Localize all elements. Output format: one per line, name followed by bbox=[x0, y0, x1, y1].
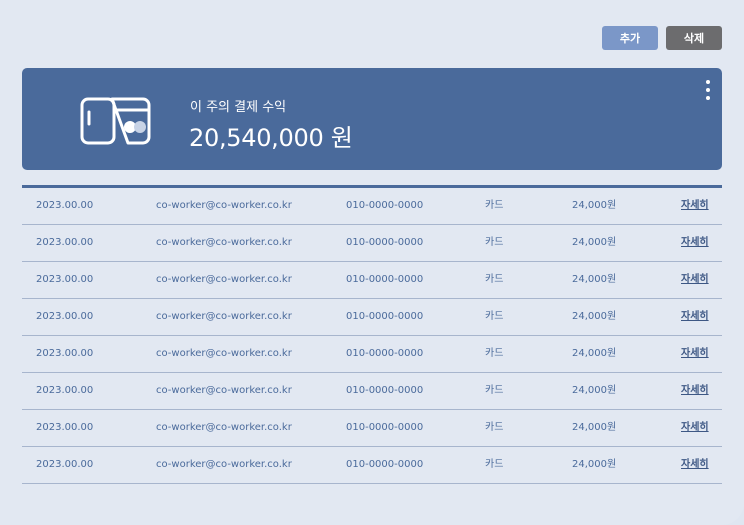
payment-amount: 24,000원 bbox=[572, 348, 617, 359]
payment-amount: 24,000원 bbox=[572, 385, 617, 396]
payment-method: 카드 bbox=[485, 459, 504, 470]
payment-method: 카드 bbox=[485, 348, 504, 359]
detail-link[interactable]: 자세히 bbox=[681, 188, 709, 224]
payment-amount: 24,000원 bbox=[572, 422, 617, 433]
payment-email: co-worker@co-worker.co.kr bbox=[156, 348, 292, 359]
detail-link[interactable]: 자세히 bbox=[681, 299, 709, 335]
detail-link[interactable]: 자세히 bbox=[681, 373, 709, 409]
payment-card-icon bbox=[80, 97, 151, 145]
payment-method: 카드 bbox=[485, 385, 504, 396]
payment-date: 2023.00.00 bbox=[36, 237, 94, 248]
weekly-revenue-card: 이 주의 결제 수익 20,540,000 원 bbox=[22, 68, 722, 170]
table-row: 2023.00.00 co-worker@co-worker.co.kr 010-0… bbox=[22, 188, 722, 225]
more-options-icon[interactable] bbox=[702, 80, 714, 100]
payment-amount: 24,000원 bbox=[572, 274, 617, 285]
payment-phone: 010-0000-0000 bbox=[346, 422, 424, 433]
payment-method: 카드 bbox=[485, 311, 504, 322]
payment-phone: 010-0000-0000 bbox=[346, 385, 424, 396]
payments-panel: 추가 삭제 이 주의 결제 수익 20,540,000 원 2023.00.00… bbox=[0, 0, 744, 525]
payment-date: 2023.00.00 bbox=[36, 311, 94, 322]
payment-phone: 010-0000-0000 bbox=[346, 274, 424, 285]
payments-table: 2023.00.00 co-worker@co-worker.co.kr 010-0… bbox=[22, 185, 722, 484]
weekly-revenue-label: 이 주의 결제 수익 bbox=[190, 100, 287, 115]
payment-email: co-worker@co-worker.co.kr bbox=[156, 274, 292, 285]
add-button[interactable]: 추가 bbox=[602, 26, 658, 50]
payment-date: 2023.00.00 bbox=[36, 422, 94, 433]
payment-email: co-worker@co-worker.co.kr bbox=[156, 311, 292, 322]
table-row: 2023.00.00 co-worker@co-worker.co.kr 010-0… bbox=[22, 410, 722, 447]
table-row: 2023.00.00 co-worker@co-worker.co.kr 010-0… bbox=[22, 373, 722, 410]
payment-phone: 010-0000-0000 bbox=[346, 348, 424, 359]
payment-email: co-worker@co-worker.co.kr bbox=[156, 200, 292, 211]
payment-method: 카드 bbox=[485, 237, 504, 248]
payment-email: co-worker@co-worker.co.kr bbox=[156, 237, 292, 248]
detail-link[interactable]: 자세히 bbox=[681, 447, 709, 483]
detail-link[interactable]: 자세히 bbox=[681, 336, 709, 372]
weekly-revenue-amount: 20,540,000 원 bbox=[189, 124, 353, 152]
payment-method: 카드 bbox=[485, 422, 504, 433]
payment-date: 2023.00.00 bbox=[36, 348, 94, 359]
payment-email: co-worker@co-worker.co.kr bbox=[156, 422, 292, 433]
payment-amount: 24,000원 bbox=[572, 237, 617, 248]
payment-date: 2023.00.00 bbox=[36, 459, 94, 470]
table-row: 2023.00.00 co-worker@co-worker.co.kr 010-0… bbox=[22, 299, 722, 336]
table-row: 2023.00.00 co-worker@co-worker.co.kr 010-0… bbox=[22, 225, 722, 262]
detail-link[interactable]: 자세히 bbox=[681, 262, 709, 298]
payment-email: co-worker@co-worker.co.kr bbox=[156, 385, 292, 396]
delete-button[interactable]: 삭제 bbox=[666, 26, 722, 50]
payment-email: co-worker@co-worker.co.kr bbox=[156, 459, 292, 470]
detail-link[interactable]: 자세히 bbox=[681, 225, 709, 261]
payment-method: 카드 bbox=[485, 200, 504, 211]
payment-date: 2023.00.00 bbox=[36, 274, 94, 285]
payment-phone: 010-0000-0000 bbox=[346, 459, 424, 470]
payment-phone: 010-0000-0000 bbox=[346, 311, 424, 322]
payment-date: 2023.00.00 bbox=[36, 385, 94, 396]
payment-amount: 24,000원 bbox=[572, 311, 617, 322]
payment-amount: 24,000원 bbox=[572, 459, 617, 470]
payment-phone: 010-0000-0000 bbox=[346, 200, 424, 211]
payment-method: 카드 bbox=[485, 274, 504, 285]
payment-amount: 24,000원 bbox=[572, 200, 617, 211]
table-row: 2023.00.00 co-worker@co-worker.co.kr 010-0… bbox=[22, 447, 722, 484]
table-row: 2023.00.00 co-worker@co-worker.co.kr 010-0… bbox=[22, 336, 722, 373]
payment-phone: 010-0000-0000 bbox=[346, 237, 424, 248]
table-row: 2023.00.00 co-worker@co-worker.co.kr 010-0… bbox=[22, 262, 722, 299]
detail-link[interactable]: 자세히 bbox=[681, 410, 709, 446]
payment-date: 2023.00.00 bbox=[36, 200, 94, 211]
